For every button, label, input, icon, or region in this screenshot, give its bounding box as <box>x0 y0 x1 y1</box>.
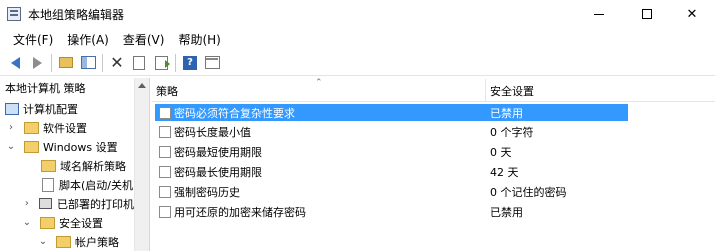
chevron-down-icon[interactable]: ⌄ <box>22 217 32 228</box>
policy-icon <box>159 165 171 178</box>
column-header-policy[interactable]: 策略 <box>156 83 178 99</box>
tree-item-label: 软件设置 <box>43 121 87 135</box>
chevron-down-icon[interactable]: ⌄ <box>38 236 48 247</box>
policy-name: 强制密码历史 <box>174 185 240 199</box>
back-button[interactable] <box>4 52 26 74</box>
menu-help[interactable]: 帮助(H) <box>171 28 227 50</box>
list-header <box>152 78 715 102</box>
policy-setting: 已禁用 <box>490 205 523 219</box>
chevron-right-icon[interactable]: › <box>22 198 32 209</box>
policy-name: 密码长度最小值 <box>174 125 251 139</box>
tree-item-label: 脚本(启动/关机 <box>59 178 133 192</box>
policy-row-reversible-encryption[interactable]: 用可还原的加密来储存密码 已禁用 <box>155 203 628 220</box>
policy-setting: 0 天 <box>490 145 512 159</box>
policy-setting: 42 天 <box>490 165 519 179</box>
tree-item-label: 安全设置 <box>59 216 103 230</box>
folder-icon <box>56 235 71 248</box>
up-one-level-button[interactable] <box>55 52 77 74</box>
column-header-setting[interactable]: 安全设置 <box>490 83 534 99</box>
policy-icon <box>159 145 171 158</box>
properties-button[interactable] <box>128 52 150 74</box>
chevron-down-icon[interactable]: ⌄ <box>6 141 16 152</box>
tree-item-scripts[interactable]: 脚本(启动/关机 <box>0 175 134 194</box>
tree-root[interactable]: 本地计算机 策略 <box>0 78 134 98</box>
toolbar-separator <box>51 53 52 72</box>
toolbar: ✕ ? <box>0 50 715 76</box>
tree-item-software-settings[interactable]: › 软件设置 <box>0 118 134 137</box>
folder-icon <box>41 159 56 172</box>
tree-item-label: 域名解析策略 <box>60 159 126 173</box>
policy-icon <box>159 106 171 119</box>
printer-icon <box>39 198 52 209</box>
forward-button[interactable] <box>26 52 48 74</box>
column-divider[interactable] <box>485 79 486 101</box>
toolbar-separator <box>102 53 103 72</box>
tree-root-label: 本地计算机 策略 <box>5 82 86 95</box>
tree-item-security-settings[interactable]: ⌄ 安全设置 <box>0 213 134 232</box>
folder-up-icon <box>59 57 73 68</box>
help-button[interactable]: ? <box>179 52 201 74</box>
policy-name: 用可还原的加密来储存密码 <box>174 205 306 219</box>
minimize-button[interactable] <box>576 0 622 28</box>
close-button[interactable]: ✕ <box>669 0 715 28</box>
close-icon: ✕ <box>686 6 698 22</box>
delete-icon: ✕ <box>110 52 124 72</box>
policy-name: 密码必须符合复杂性要求 <box>174 106 295 120</box>
script-icon <box>42 177 54 192</box>
security-folder-icon <box>40 216 55 229</box>
tree-item-computer-config[interactable]: 计算机配置 <box>0 99 134 118</box>
menu-action[interactable]: 操作(A) <box>60 28 116 50</box>
policy-setting: 已禁用 <box>490 106 523 120</box>
delete-button[interactable]: ✕ <box>106 52 128 74</box>
computer-icon <box>5 102 19 115</box>
view-icon <box>204 56 220 69</box>
policy-row-max-age[interactable]: 密码最长使用期限 42 天 <box>155 163 628 180</box>
window-title: 本地组策略编辑器 <box>28 8 125 22</box>
tree-item-label: 已部署的打印机 <box>57 197 134 211</box>
toolbar-separator <box>175 53 176 72</box>
export-list-button[interactable] <box>150 52 172 74</box>
policy-row-complexity[interactable]: 密码必须符合复杂性要求 已禁用 <box>155 104 628 121</box>
tree-item-deployed-printers[interactable]: › 已部署的打印机 <box>0 194 134 213</box>
policy-icon <box>159 125 171 138</box>
policy-editor-icon <box>7 7 21 21</box>
scroll-up-icon[interactable] <box>138 83 146 88</box>
tree-item-label: Windows 设置 <box>43 140 118 154</box>
tree-item-windows-settings[interactable]: ⌄ Windows 设置 <box>0 137 134 156</box>
policy-name: 密码最短使用期限 <box>174 145 262 159</box>
policy-setting: 0 个字符 <box>490 125 534 139</box>
export-list-icon <box>154 55 168 70</box>
properties-page-icon <box>133 55 145 70</box>
menu-bar: 文件(F) 操作(A) 查看(V) 帮助(H) <box>0 28 715 50</box>
minimize-icon <box>594 13 604 15</box>
help-icon: ? <box>183 55 197 70</box>
policy-row-min-age[interactable]: 密码最短使用期限 0 天 <box>155 143 628 160</box>
policy-row-history[interactable]: 强制密码历史 0 个记住的密码 <box>155 183 628 200</box>
maximize-icon <box>642 9 652 19</box>
policy-name: 密码最长使用期限 <box>174 165 262 179</box>
tree-item-account-policies[interactable]: ⌄ 帐户策略 <box>0 232 134 251</box>
view-button[interactable] <box>201 52 223 74</box>
title-bar: 本地组策略编辑器 ✕ <box>0 0 715 28</box>
policy-icon <box>159 205 171 218</box>
forward-arrow-icon <box>32 56 42 69</box>
tree-item-label: 计算机配置 <box>23 102 78 116</box>
tree-item-name-resolution[interactable]: 域名解析策略 <box>0 156 134 175</box>
folder-icon <box>24 140 39 153</box>
menu-file[interactable]: 文件(F) <box>6 28 60 50</box>
tree-scrollbar[interactable] <box>134 78 149 251</box>
sort-ascending-icon: ⌃ <box>315 78 323 88</box>
menu-view[interactable]: 查看(V) <box>116 28 172 50</box>
tree-item-label: 帐户策略 <box>75 235 119 249</box>
maximize-button[interactable] <box>624 0 670 28</box>
folder-icon <box>24 121 39 134</box>
show-hide-tree-button[interactable] <box>77 52 99 74</box>
policy-icon <box>159 185 171 198</box>
policy-setting: 0 个记住的密码 <box>490 185 567 199</box>
chevron-right-icon[interactable]: › <box>6 122 16 133</box>
show-pane-icon <box>80 56 96 69</box>
policy-row-min-length[interactable]: 密码长度最小值 0 个字符 <box>155 123 628 140</box>
back-arrow-icon <box>10 56 20 69</box>
